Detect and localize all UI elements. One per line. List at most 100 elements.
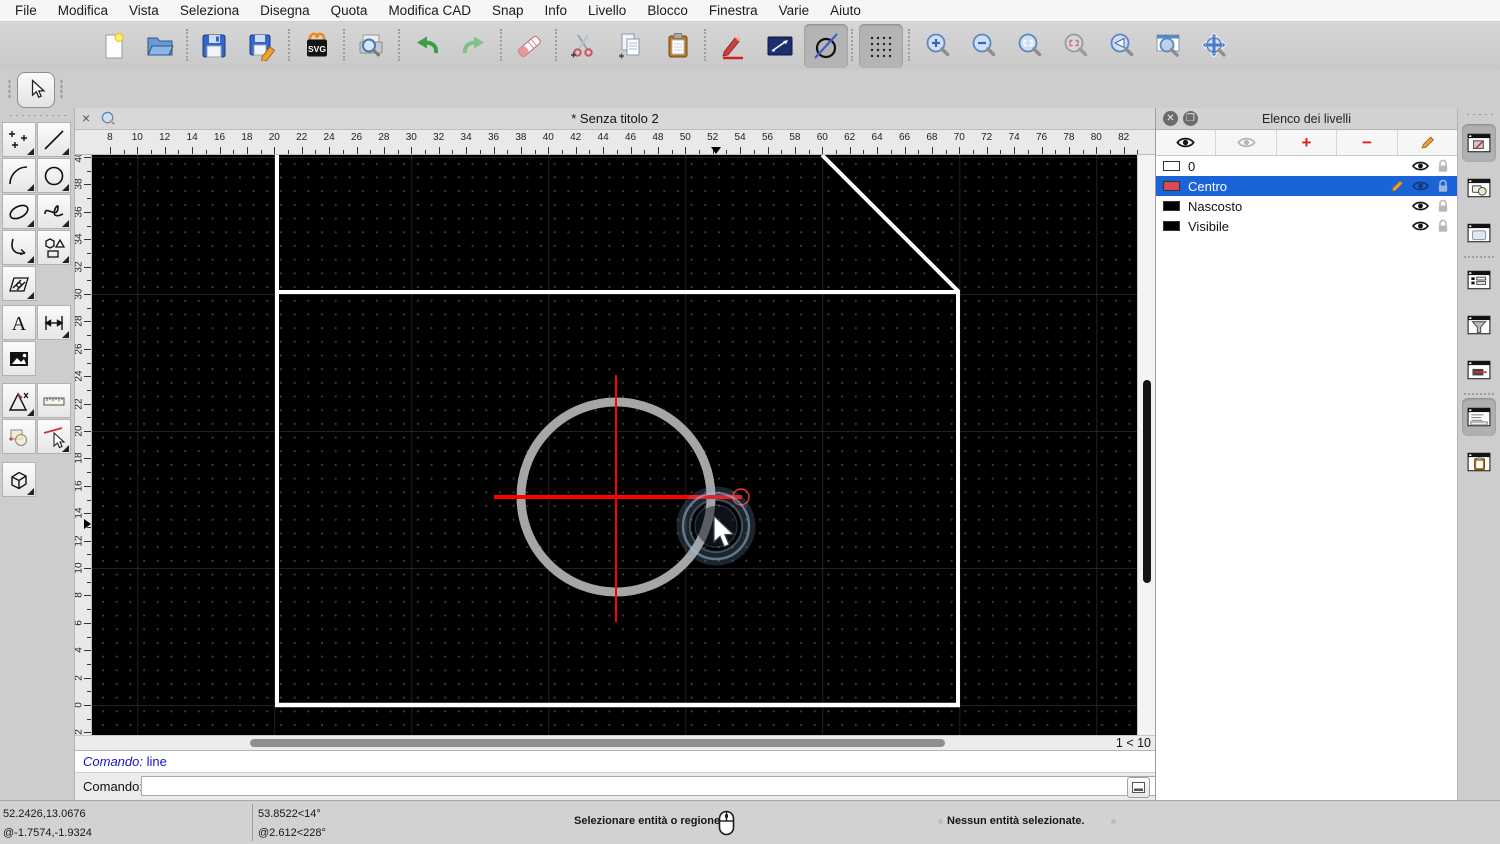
menu-modifica[interactable]: Modifica bbox=[58, 3, 108, 18]
hide-all-layers-button[interactable] bbox=[1216, 130, 1277, 155]
ruler-tick bbox=[84, 157, 91, 158]
menu-disegna[interactable]: Disegna bbox=[260, 3, 310, 18]
library-browser-dock-button[interactable] bbox=[1462, 214, 1496, 252]
palette-handle[interactable] bbox=[8, 114, 66, 117]
layer-row-centro[interactable]: Centro bbox=[1156, 176, 1457, 196]
cut-button[interactable] bbox=[561, 24, 605, 68]
export-svg-button[interactable]: SVG bbox=[295, 24, 339, 68]
polyline-tool-button[interactable] bbox=[2, 230, 36, 265]
menu-file[interactable]: File bbox=[15, 3, 37, 18]
cad-entities[interactable] bbox=[92, 155, 1137, 735]
selection-filter-dock-button[interactable] bbox=[1462, 306, 1496, 344]
menu-livello[interactable]: Livello bbox=[588, 3, 626, 18]
edit-entity-button[interactable] bbox=[711, 24, 755, 68]
ruler-tick bbox=[452, 150, 454, 154]
show-all-layers-button[interactable] bbox=[1156, 130, 1217, 155]
print-preview-button[interactable] bbox=[349, 24, 393, 68]
ellipse-tool-button[interactable] bbox=[2, 194, 36, 229]
command-options-button[interactable] bbox=[1127, 777, 1150, 798]
layer-visibility-icon[interactable] bbox=[1412, 160, 1429, 172]
ruler-tick bbox=[849, 147, 851, 154]
points-tool-button[interactable] bbox=[2, 122, 36, 157]
image-tool-button[interactable] bbox=[2, 341, 36, 376]
construction-lines-toggle[interactable] bbox=[804, 24, 848, 68]
undo-button[interactable] bbox=[405, 24, 449, 68]
layer-visibility-icon[interactable] bbox=[1412, 180, 1429, 192]
grid-toggle[interactable] bbox=[859, 24, 903, 68]
ruler-label: 64 bbox=[871, 132, 883, 143]
vertical-scrollbar[interactable] bbox=[1137, 155, 1155, 735]
menu-vista[interactable]: Vista bbox=[129, 3, 159, 18]
layer-row-nascosto[interactable]: Nascosto bbox=[1156, 196, 1457, 216]
delete-button[interactable] bbox=[507, 24, 551, 68]
zoom-back-button[interactable] bbox=[1100, 24, 1144, 68]
edit-layer-button[interactable] bbox=[1398, 130, 1457, 155]
dimension-tool-button[interactable] bbox=[37, 305, 71, 340]
layer-lock-icon[interactable] bbox=[1437, 199, 1449, 213]
drawing-canvas[interactable] bbox=[92, 155, 1137, 735]
add-layer-button[interactable]: + bbox=[1277, 130, 1338, 155]
zoom-auto-button[interactable] bbox=[1008, 24, 1052, 68]
circle-tool-button[interactable] bbox=[37, 158, 71, 193]
layer-list-dock-button[interactable] bbox=[1462, 124, 1496, 162]
toolbar-handle[interactable] bbox=[8, 79, 11, 99]
drafting-tools-button[interactable] bbox=[2, 383, 36, 418]
layer-lock-icon[interactable] bbox=[1437, 159, 1449, 173]
spline-tool-button[interactable] bbox=[37, 194, 71, 229]
zoom-previous-button[interactable] bbox=[1054, 24, 1098, 68]
save-as-button[interactable] bbox=[240, 24, 284, 68]
pen-palette-dock-button[interactable] bbox=[1462, 351, 1496, 389]
solid-3d-tool-button[interactable] bbox=[2, 462, 36, 497]
text-tool-button[interactable]: A bbox=[2, 305, 36, 340]
zoom-out-button[interactable] bbox=[962, 24, 1006, 68]
open-file-button[interactable] bbox=[138, 24, 182, 68]
layer-visibility-icon[interactable] bbox=[1412, 220, 1429, 232]
toolbar-handle[interactable] bbox=[60, 79, 63, 99]
remove-layer-button[interactable]: − bbox=[1337, 130, 1398, 155]
zoom-window-button[interactable] bbox=[1146, 24, 1190, 68]
layer-lock-icon[interactable] bbox=[1437, 179, 1449, 193]
menu-varie[interactable]: Varie bbox=[779, 3, 810, 18]
zoom-pan-button[interactable] bbox=[1192, 24, 1236, 68]
menu-info[interactable]: Info bbox=[545, 3, 568, 18]
layer-row-0[interactable]: 0 bbox=[1156, 156, 1457, 176]
block-tool-button[interactable] bbox=[2, 419, 36, 454]
construction-pencil-icon[interactable] bbox=[1390, 179, 1404, 193]
redo-button[interactable] bbox=[452, 24, 496, 68]
menu-modifica-cad[interactable]: Modifica CAD bbox=[388, 3, 471, 18]
new-file-button[interactable] bbox=[91, 24, 135, 68]
menu-blocco[interactable]: Blocco bbox=[647, 3, 688, 18]
layer-visibility-icon[interactable] bbox=[1412, 200, 1429, 212]
copy-button[interactable] bbox=[609, 24, 653, 68]
paste-button[interactable] bbox=[656, 24, 700, 68]
menu-finestra[interactable]: Finestra bbox=[709, 3, 758, 18]
dock-handle[interactable] bbox=[1465, 113, 1495, 116]
command-widget-dock-button[interactable] bbox=[1462, 398, 1496, 436]
menu-seleziona[interactable]: Seleziona bbox=[180, 3, 239, 18]
measure-tool-button[interactable] bbox=[37, 383, 71, 418]
layer-lock-icon[interactable] bbox=[1437, 219, 1449, 233]
arc-tool-button[interactable] bbox=[2, 158, 36, 193]
clipboard-dock-button[interactable] bbox=[1462, 443, 1496, 481]
layer-row-visibile[interactable]: Visibile bbox=[1156, 216, 1457, 236]
shapes-tool-button[interactable] bbox=[37, 230, 71, 265]
ruler-tick bbox=[1096, 147, 1098, 154]
entity-list-dock-button[interactable] bbox=[1462, 261, 1496, 299]
command-input[interactable] bbox=[141, 776, 1191, 796]
menu-quota[interactable]: Quota bbox=[331, 3, 368, 18]
attributes-button[interactable] bbox=[758, 24, 802, 68]
block-list-dock-button[interactable] bbox=[1462, 169, 1496, 207]
menu-aiuto[interactable]: Aiuto bbox=[830, 3, 861, 18]
vertical-scrollbar-thumb[interactable] bbox=[1143, 380, 1151, 583]
save-button[interactable] bbox=[192, 24, 236, 68]
line-tool-button[interactable] bbox=[37, 122, 71, 157]
zoom-in-button[interactable] bbox=[916, 24, 960, 68]
entity-line[interactable] bbox=[820, 155, 961, 294]
modify-tool-button[interactable] bbox=[37, 419, 71, 454]
horizontal-scrollbar-thumb[interactable] bbox=[250, 739, 945, 747]
horizontal-scrollbar[interactable]: 1 < 10 bbox=[75, 735, 1155, 750]
menu-snap[interactable]: Snap bbox=[492, 3, 524, 18]
select-tool-button[interactable] bbox=[17, 72, 55, 108]
hatch-tool-button[interactable] bbox=[2, 266, 36, 301]
eraser-icon bbox=[517, 35, 541, 57]
